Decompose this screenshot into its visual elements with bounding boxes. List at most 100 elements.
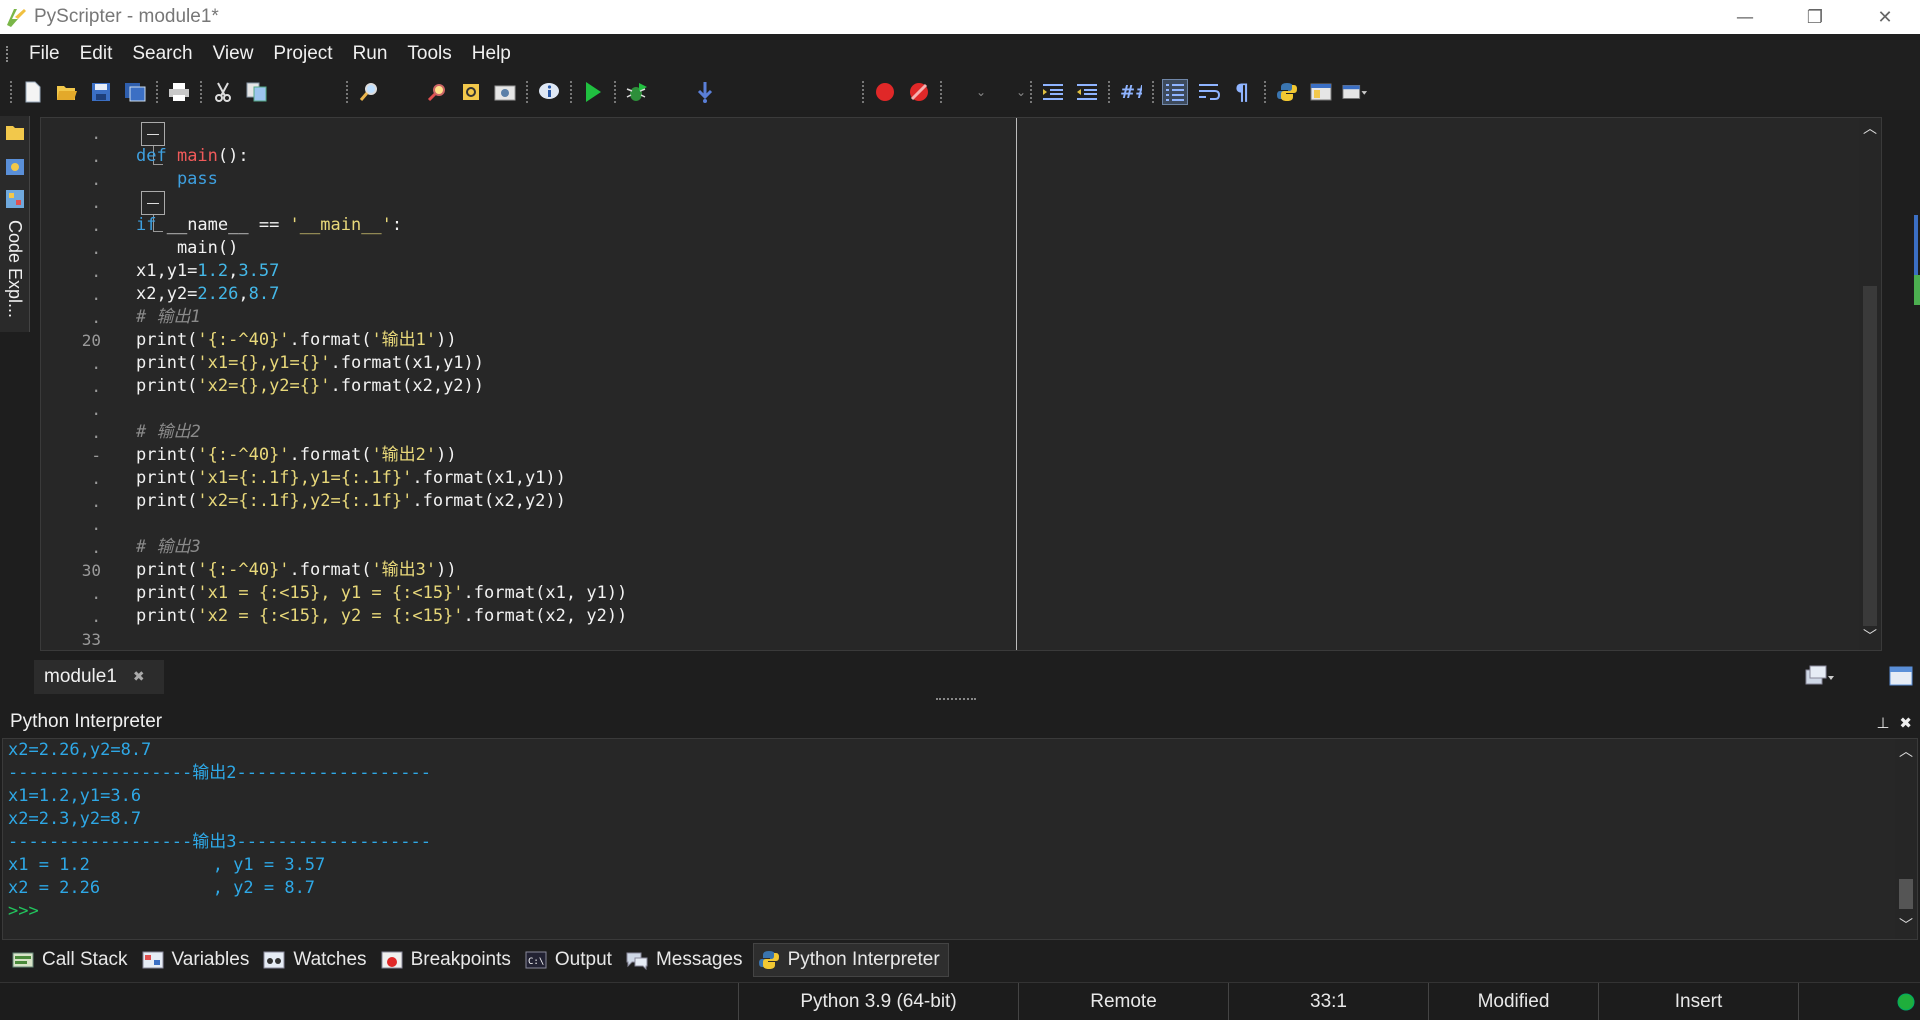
- menu-edit[interactable]: Edit: [70, 43, 123, 65]
- code-area[interactable]: def main(): pass if __name__ == '__main__…: [136, 118, 1836, 650]
- word-wrap-icon[interactable]: [1196, 79, 1222, 105]
- code-line[interactable]: print('x1={:.1f},y1={:.1f}'.format(x1,y1…: [136, 467, 566, 490]
- find-in-files-icon[interactable]: [424, 79, 450, 105]
- close-panel-icon[interactable]: ✖: [1899, 714, 1912, 732]
- tab-python-interpreter[interactable]: Python Interpreter: [752, 943, 949, 977]
- tab-variables[interactable]: Variables: [138, 943, 258, 977]
- scroll-down-icon[interactable]: ﹀: [1863, 630, 1877, 644]
- new-file-icon[interactable]: [20, 79, 46, 105]
- menu-search[interactable]: Search: [122, 43, 202, 65]
- code-line[interactable]: # 输出1: [136, 306, 201, 329]
- minimize-button[interactable]: —: [1710, 0, 1780, 34]
- code-line[interactable]: main(): [136, 237, 238, 260]
- clear-breakpoints-icon[interactable]: [906, 79, 932, 105]
- menu-tools[interactable]: Tools: [397, 43, 461, 65]
- scroll-up-icon[interactable]: ︿: [1863, 122, 1877, 136]
- save-icon[interactable]: [88, 79, 114, 105]
- line-number-gutter: ......... 20.... -.... 30.. 33: [41, 118, 101, 650]
- close-window-button[interactable]: ✕: [1850, 0, 1920, 34]
- comment-icon[interactable]: ##: [1118, 79, 1144, 105]
- menu-view[interactable]: View: [203, 43, 264, 65]
- code-token: 8.7: [248, 284, 280, 304]
- window-list-icon[interactable]: [1804, 664, 1834, 688]
- python-icon[interactable]: [1274, 79, 1300, 105]
- toggle-breakpoint-icon[interactable]: [872, 79, 898, 105]
- tab-breakpoints[interactable]: Breakpoints: [377, 943, 519, 977]
- code-line[interactable]: print('x2={:.1f},y2={:.1f}'.format(x2,y2…: [136, 490, 566, 513]
- menu-file[interactable]: File: [19, 43, 70, 65]
- code-line[interactable]: print('x2 = {:<15}, y2 = {:<15}'.format(…: [136, 605, 627, 628]
- open-file-icon[interactable]: [54, 79, 80, 105]
- breakpoints-icon: [381, 951, 403, 969]
- screenshot-icon[interactable]: [492, 79, 518, 105]
- close-tab-icon[interactable]: ✖: [133, 669, 145, 685]
- panel-splitter[interactable]: [936, 698, 976, 702]
- tab-module1[interactable]: module1 ✖: [34, 660, 164, 694]
- status-python-version[interactable]: Python 3.9 (64-bit): [738, 983, 1018, 1020]
- code-token: pass: [136, 169, 218, 189]
- window-title: PyScripter - module1*: [34, 6, 219, 27]
- new-window-icon[interactable]: [1888, 664, 1914, 688]
- save-all-icon[interactable]: [122, 79, 148, 105]
- code-line[interactable]: print('{:-^40}'.format('输出2')): [136, 444, 457, 467]
- code-explorer-tab[interactable]: Code Expl...: [0, 116, 30, 332]
- code-line[interactable]: print('x1={},y1={}'.format(x1,y1)): [136, 352, 484, 375]
- code-token: '{:-^40}': [197, 330, 290, 350]
- find-icon[interactable]: [356, 79, 382, 105]
- scrollbar-thumb[interactable]: [1899, 879, 1913, 909]
- code-token: 'x1={},y1={}': [197, 353, 331, 373]
- scrollbar-thumb[interactable]: [1863, 286, 1877, 626]
- step-into-icon[interactable]: [692, 79, 718, 105]
- interpreter-console[interactable]: x2=2.26,y2=8.7 ------------------输出2-----…: [2, 738, 1918, 940]
- scroll-up-icon[interactable]: ︿: [1899, 745, 1913, 759]
- code-line[interactable]: if __name__ == '__main__':: [136, 214, 402, 237]
- dedent-icon[interactable]: [1074, 79, 1100, 105]
- menu-grip[interactable]: [6, 46, 9, 62]
- print-icon[interactable]: [166, 79, 192, 105]
- scroll-down-icon[interactable]: ﹀: [1899, 919, 1913, 933]
- toolbar-grip[interactable]: [10, 81, 12, 103]
- toolbar-separator: [1030, 81, 1032, 103]
- restore-button[interactable]: ❐: [1780, 0, 1850, 34]
- code-line[interactable]: x2,y2=2.26,8.7: [136, 283, 279, 306]
- code-line[interactable]: print('x2={},y2={}'.format(x2,y2)): [136, 375, 484, 398]
- status-engine[interactable]: Remote: [1018, 983, 1228, 1020]
- tab-watches[interactable]: Watches: [259, 943, 374, 977]
- code-line[interactable]: print('{:-^40}'.format('输出1')): [136, 329, 457, 352]
- line-numbers-icon[interactable]: [1162, 79, 1188, 105]
- code-line[interactable]: x1,y1=1.2,3.57: [136, 260, 279, 283]
- layout-dropdown-icon[interactable]: [1342, 79, 1368, 105]
- debug-icon[interactable]: [624, 79, 650, 105]
- tab-call-stack[interactable]: Call Stack: [8, 943, 136, 977]
- code-line[interactable]: pass: [136, 168, 218, 191]
- copy-icon[interactable]: [244, 79, 270, 105]
- menu-project[interactable]: Project: [263, 43, 342, 65]
- cut-icon[interactable]: [210, 79, 236, 105]
- code-line[interactable]: # 输出3: [136, 536, 201, 559]
- code-line[interactable]: print('{:-^40}'.format('输出3')): [136, 559, 457, 582]
- code-line[interactable]: # 输出2: [136, 421, 201, 444]
- menu-help[interactable]: Help: [462, 43, 521, 65]
- toolbar-dropdown[interactable]: ⌄: [986, 81, 1026, 103]
- interpreter-prompt[interactable]: >>>: [8, 900, 39, 923]
- code-line[interactable]: print('x1 = {:<15}, y1 = {:<15}'.format(…: [136, 582, 627, 605]
- line-number: .: [91, 538, 101, 557]
- indent-icon[interactable]: [1040, 79, 1066, 105]
- pilcrow-icon[interactable]: ¶: [1230, 79, 1256, 105]
- info-icon[interactable]: [536, 79, 562, 105]
- editor-vertical-scrollbar[interactable]: ︿ ﹀: [1859, 118, 1881, 650]
- tab-output[interactable]: C:\ Output: [521, 943, 620, 977]
- pin-icon[interactable]: ⊥: [1876, 714, 1889, 732]
- code-line[interactable]: def main():: [136, 145, 249, 168]
- toolbar-dropdown[interactable]: ⌄: [946, 81, 986, 103]
- layout-icon[interactable]: [1308, 79, 1334, 105]
- tab-label: Watches: [293, 949, 367, 970]
- run-icon[interactable]: [580, 79, 606, 105]
- menu-run[interactable]: Run: [343, 43, 398, 65]
- code-editor[interactable]: ......... 20.... -.... 30.. 33 def main(): p…: [40, 117, 1882, 651]
- line-number: 30: [81, 561, 101, 580]
- replace-icon[interactable]: [458, 79, 484, 105]
- variables-icon: [142, 951, 164, 969]
- tab-messages[interactable]: Messages: [622, 943, 751, 977]
- interpreter-vertical-scrollbar[interactable]: ︿ ﹀: [1895, 739, 1917, 939]
